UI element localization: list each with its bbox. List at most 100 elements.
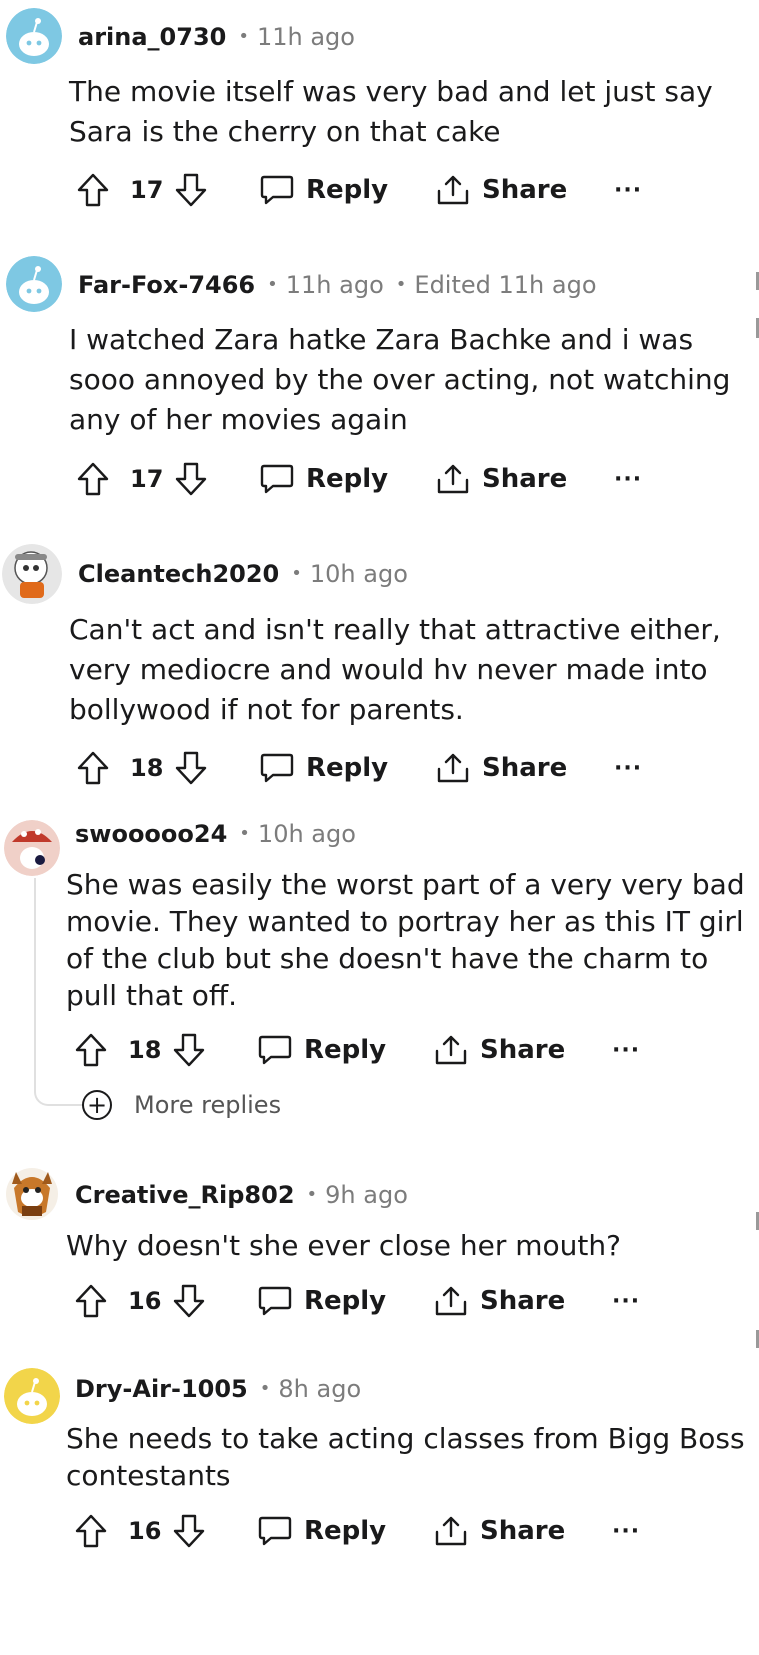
share-icon: [437, 175, 469, 205]
share-button[interactable]: Share: [434, 1281, 565, 1321]
reply-button[interactable]: Reply: [260, 170, 388, 210]
downvote-button[interactable]: [172, 1511, 206, 1551]
separator-dot: •: [306, 1184, 318, 1205]
reply-button[interactable]: Reply: [258, 1030, 386, 1070]
comment-line: Can't act and isn't really that attracti…: [69, 613, 721, 646]
share-button[interactable]: Share: [436, 748, 567, 788]
share-button[interactable]: Share: [434, 1511, 565, 1551]
comment-body: Can't act and isn't really that attracti…: [69, 610, 721, 730]
share-icon: [437, 464, 469, 494]
downvote-button[interactable]: [174, 170, 208, 210]
downvote-button[interactable]: [174, 748, 208, 788]
separator-dot: •: [291, 563, 302, 584]
vote-count: 18: [128, 1036, 162, 1064]
plus-circle-icon: +: [82, 1090, 112, 1120]
upvote-button[interactable]: 18: [74, 1030, 161, 1070]
upvote-button[interactable]: 16: [74, 1281, 161, 1321]
upvote-button[interactable]: 17: [76, 170, 163, 210]
comment-meta: arina_0730 • 11h ago: [78, 22, 355, 52]
upvote-button[interactable]: 16: [74, 1511, 161, 1551]
comment-bubble-icon: [260, 464, 294, 494]
upvote-icon: [77, 462, 109, 496]
more-options-button[interactable]: ···: [614, 459, 642, 499]
comment-actions: 16 Reply Share ···: [74, 1511, 759, 1551]
downvote-button[interactable]: [174, 459, 208, 499]
timestamp: 9h ago: [325, 1181, 408, 1209]
downvote-button[interactable]: [172, 1030, 206, 1070]
comment-line: movie. They wanted to portray her as thi…: [66, 905, 744, 938]
avatar[interactable]: [4, 820, 60, 876]
reply-label: Reply: [304, 1516, 387, 1546]
upvote-icon: [77, 751, 109, 785]
reply-button[interactable]: Reply: [260, 459, 388, 499]
more-options-button[interactable]: ···: [614, 170, 642, 210]
separator-dot: •: [267, 274, 278, 295]
avatar[interactable]: [2, 544, 62, 604]
username[interactable]: swooooo24: [75, 820, 227, 848]
timestamp: 11h ago: [285, 271, 384, 299]
share-label: Share: [482, 753, 568, 783]
share-label: Share: [482, 464, 568, 494]
comment-actions: 18 Reply Share ···: [76, 748, 759, 788]
edited-label: Edited 11h ago: [414, 271, 597, 299]
more-options-button[interactable]: ···: [614, 748, 642, 788]
share-label: Share: [482, 175, 568, 205]
upvote-button[interactable]: 17: [76, 459, 163, 499]
more-options-button[interactable]: ···: [612, 1030, 640, 1070]
share-icon: [435, 1035, 467, 1065]
separator-dot: •: [259, 1378, 271, 1399]
comment-actions: 18 Reply Share ···: [74, 1030, 759, 1070]
reply-button[interactable]: Reply: [260, 748, 388, 788]
comment-line: of the club but she doesn't have the cha…: [66, 942, 709, 975]
vote-count: 18: [130, 754, 164, 782]
comment-line: I watched Zara hatke Zara Bachke and i w…: [69, 323, 694, 356]
share-button[interactable]: Share: [436, 170, 567, 210]
reply-label: Reply: [306, 175, 389, 205]
comment-line: She was easily the worst part of a very …: [66, 868, 745, 901]
downvote-icon: [175, 173, 207, 207]
more-options-button[interactable]: ···: [612, 1511, 640, 1551]
reply-button[interactable]: Reply: [258, 1281, 386, 1321]
separator-dot: •: [395, 274, 407, 295]
username[interactable]: Dry-Air-1005: [75, 1375, 248, 1403]
share-button[interactable]: Share: [434, 1030, 565, 1070]
downvote-icon: [173, 1514, 205, 1548]
share-icon: [435, 1516, 467, 1546]
downvote-icon: [175, 462, 207, 496]
upvote-icon: [77, 173, 109, 207]
comment-line: The movie itself was very bad and let ju…: [69, 75, 713, 108]
vote-count: 16: [128, 1517, 162, 1545]
downvote-icon: [173, 1033, 205, 1067]
comment-meta: Creative_Rip802 • 9h ago: [75, 1180, 408, 1210]
downvote-button[interactable]: [172, 1281, 206, 1321]
comment-body: Why doesn't she ever close her mouth?: [66, 1226, 621, 1266]
username[interactable]: arina_0730: [78, 23, 226, 51]
comment-meta: Cleantech2020 • 10h ago: [78, 559, 408, 589]
username[interactable]: Far-Fox-7466: [78, 271, 255, 299]
avatar[interactable]: [6, 8, 62, 64]
thread-line: [34, 878, 86, 1106]
comment-bubble-icon: [258, 1286, 292, 1316]
avatar[interactable]: [6, 256, 62, 312]
avatar[interactable]: [2, 1162, 62, 1222]
timestamp: 8h ago: [278, 1375, 362, 1403]
separator-dot: •: [239, 823, 250, 844]
avatar[interactable]: [4, 1368, 60, 1424]
comment-line: She needs to take acting classes from Bi…: [66, 1422, 745, 1455]
comment-actions: 17 Reply Share ···: [76, 459, 759, 499]
downvote-icon: [173, 1284, 205, 1318]
more-replies-button[interactable]: + More replies: [82, 1090, 281, 1120]
comment-bubble-icon: [258, 1035, 292, 1065]
share-button[interactable]: Share: [436, 459, 567, 499]
username[interactable]: Cleantech2020: [78, 560, 279, 588]
upvote-button[interactable]: 18: [76, 748, 163, 788]
username[interactable]: Creative_Rip802: [75, 1181, 295, 1209]
comment-body: I watched Zara hatke Zara Bachke and i w…: [69, 320, 730, 440]
more-replies-label: More replies: [134, 1091, 282, 1119]
comment-body: She needs to take acting classes from Bi…: [66, 1420, 745, 1494]
comment-line: sooo annoyed by the over acting, not wat…: [69, 363, 731, 396]
reply-label: Reply: [306, 464, 389, 494]
vote-count: 16: [128, 1287, 162, 1315]
reply-button[interactable]: Reply: [258, 1511, 386, 1551]
more-options-button[interactable]: ···: [612, 1281, 640, 1321]
